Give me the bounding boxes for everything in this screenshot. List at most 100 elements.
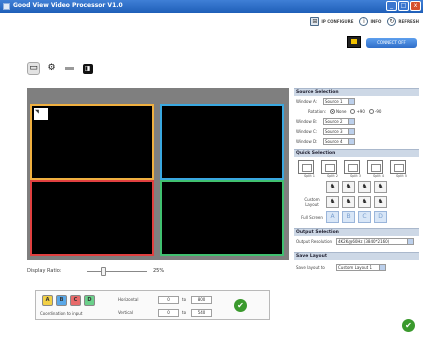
window-d[interactable] <box>160 180 284 256</box>
save-layout-label: Save layout to <box>296 264 325 270</box>
window-b[interactable] <box>160 104 284 180</box>
rotation-minus90-radio[interactable] <box>368 108 374 114</box>
dash-icon <box>65 67 74 70</box>
vertical-from-input[interactable]: 0 <box>158 308 179 317</box>
preview-canvas[interactable]: ◥ <box>27 88 289 260</box>
tab-separator[interactable] <box>63 62 76 75</box>
layout-split-2-icon[interactable] <box>321 160 337 174</box>
output-selection-header: Output Selection <box>294 228 419 236</box>
window-d-source-select[interactable]: Source 4 <box>323 137 355 145</box>
info-link[interactable]: i INFO <box>359 17 381 26</box>
window-a-source-select[interactable]: Source 1 <box>323 97 355 105</box>
source-selection-header: Source Selection <box>294 88 419 96</box>
rotation-plus90-label: +90 <box>356 108 365 114</box>
rotation-none-label: None <box>336 108 347 114</box>
full-screen-b-button[interactable]: B <box>342 211 355 223</box>
coord-button-b[interactable]: B <box>56 295 67 306</box>
top-links: ⊞ IP CONFIGURE i INFO ↻ REFRESH <box>304 17 419 26</box>
horizontal-to-input[interactable]: 800 <box>191 295 213 304</box>
close-button[interactable]: x <box>410 1 421 11</box>
coordination-caption: Coordination to input <box>40 311 83 316</box>
vertical-label: Vertical <box>118 310 133 315</box>
connect-button[interactable]: CONNECT OFF <box>366 38 417 48</box>
monitor-icon <box>347 36 361 48</box>
coordination-panel: A B C D Coordination to input Horizontal… <box>35 290 270 320</box>
custom-layout-4-button[interactable]: ♞ <box>374 181 387 193</box>
horizontal-row: Horizontal 0 to 800 <box>118 294 215 305</box>
tab-capture[interactable]: ◨ <box>81 62 94 75</box>
refresh-icon: ↻ <box>387 17 397 26</box>
window-b-source-row: Window B: Source 2 <box>294 116 419 126</box>
full-screen-label: Full Screen <box>301 214 323 220</box>
coord-button-c[interactable]: C <box>70 295 81 306</box>
toolbar-tabs: ▭ ⚙ ◨ <box>27 62 99 75</box>
title-bar: Good View Video Processor V1.0 _ □ x <box>0 0 423 13</box>
custom-layout-2-button[interactable]: ♞ <box>342 181 355 193</box>
app-icon <box>3 3 10 10</box>
layout-caption: Split 5 <box>395 174 408 178</box>
maximize-button[interactable]: □ <box>398 1 409 11</box>
tab-display[interactable]: ▭ <box>27 62 40 75</box>
custom-layout-7-button[interactable]: ♞ <box>358 196 371 208</box>
ip-configure-link[interactable]: ⊞ IP CONFIGURE <box>310 17 353 26</box>
layout-split-5-icon[interactable] <box>390 160 406 174</box>
custom-layout-8-button[interactable]: ♞ <box>374 196 387 208</box>
rotation-minus90-label: -90 <box>374 108 382 114</box>
window-title: Good View Video Processor V1.0 <box>13 2 123 9</box>
window-c[interactable] <box>30 180 154 256</box>
custom-layout-6-button[interactable]: ♞ <box>342 196 355 208</box>
vertical-row: Vertical 0 to 540 <box>118 307 215 318</box>
coordination-fields: Horizontal 0 to 800 Vertical 0 to 540 <box>118 294 215 320</box>
custom-layout-1-button[interactable]: ♞ <box>326 181 339 193</box>
minimize-button[interactable]: _ <box>386 1 397 11</box>
custom-layout-row-2: Custom Layout ♞ ♞ ♞ ♞ <box>294 196 419 208</box>
network-icon: ⊞ <box>310 17 320 26</box>
slider-knob[interactable] <box>101 266 106 276</box>
capture-icon: ◨ <box>82 63 93 74</box>
custom-layout-5-button[interactable]: ♞ <box>326 196 339 208</box>
tab-settings[interactable]: ⚙ <box>45 62 58 75</box>
window-c-source-select[interactable]: Source 3 <box>323 127 355 135</box>
layout-presets <box>294 160 419 174</box>
horizontal-from-input[interactable]: 0 <box>158 295 179 304</box>
display-ratio-slider[interactable] <box>87 266 147 276</box>
full-screen-a-button[interactable]: A <box>326 211 339 223</box>
coord-button-a[interactable]: A <box>42 295 53 306</box>
refresh-link[interactable]: ↻ REFRESH <box>387 17 419 26</box>
window-b-source-select[interactable]: Source 2 <box>323 117 355 125</box>
display-icon: ▭ <box>29 63 38 73</box>
layout-split-1-icon[interactable] <box>298 160 314 174</box>
window-c-label: Window C: <box>296 128 318 134</box>
window-a[interactable]: ◥ <box>30 104 154 180</box>
rotation-label: Rotation: <box>308 108 327 114</box>
layout-split-3-icon[interactable] <box>344 160 360 174</box>
custom-layout-row-1: ♞ ♞ ♞ ♞ <box>294 181 419 193</box>
save-layout-row: Save layout to Custom Layout 1 <box>294 260 419 274</box>
right-panel: Source Selection Window A: Source 1 Rota… <box>294 88 419 274</box>
layout-caption: Split 1 <box>303 174 316 178</box>
horizontal-label: Horizontal <box>118 297 139 302</box>
full-screen-c-button[interactable]: C <box>358 211 371 223</box>
custom-layout-label: Custom Layout <box>304 197 320 207</box>
vertical-to-input[interactable]: 540 <box>191 308 213 317</box>
vertical-to-label: to <box>182 310 187 315</box>
custom-layout-3-button[interactable]: ♞ <box>358 181 371 193</box>
full-screen-d-button[interactable]: D <box>374 211 387 223</box>
layout-caption: Split 3 <box>349 174 362 178</box>
rotation-plus90-radio[interactable] <box>350 108 356 114</box>
window-a-icon: ◥ <box>34 108 48 120</box>
gear-icon: ⚙ <box>47 63 56 73</box>
rotation-none-radio[interactable] <box>330 108 335 114</box>
window-controls: _ □ x <box>385 1 421 11</box>
save-layout-select[interactable]: Custom Layout 1 <box>336 263 386 271</box>
apply-coordinates-button[interactable]: ✔ <box>234 299 247 312</box>
coord-button-d[interactable]: D <box>84 295 95 306</box>
coordination-buttons: A B C D <box>42 295 98 306</box>
output-resolution-label: Output Resolution <box>296 239 333 244</box>
save-layout-header: Save Layout <box>294 252 419 260</box>
layout-split-4-icon[interactable] <box>367 160 383 174</box>
display-ratio-label: Display Ratio: <box>27 268 62 274</box>
output-resolution-select[interactable]: 4K2K@60Hz (3840*2160) <box>336 238 414 245</box>
window-d-label: Window D: <box>296 138 318 144</box>
save-layout-ok-button[interactable]: ✔ <box>402 319 415 332</box>
